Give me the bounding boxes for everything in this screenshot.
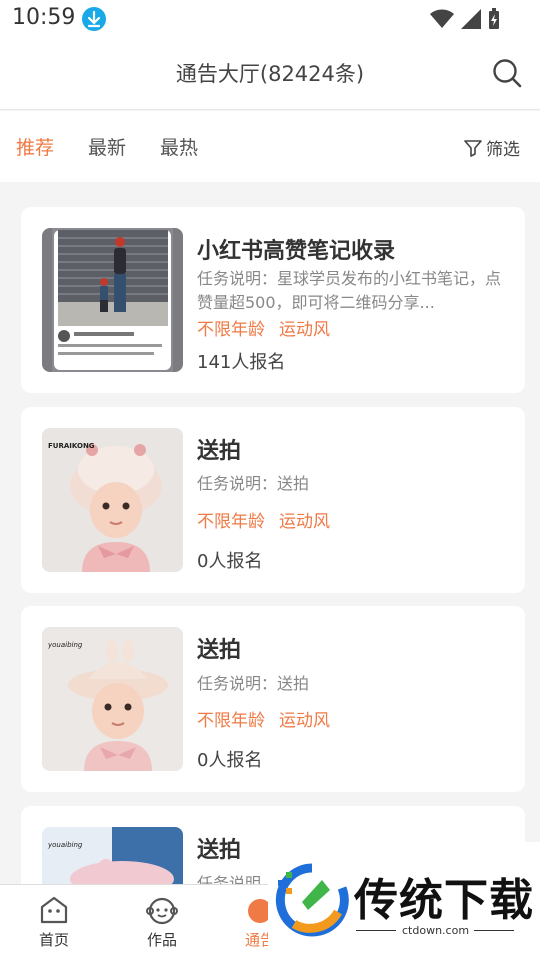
tag-age: 不限年龄: [197, 320, 265, 340]
tab-hottest[interactable]: 最热: [160, 133, 198, 160]
download-icon: [82, 7, 106, 31]
task-title: 送拍: [197, 638, 242, 663]
task-thumbnail: FURAIKONG: [42, 428, 183, 572]
status-time: 10:59: [12, 5, 76, 30]
task-title: 送拍: [197, 838, 242, 863]
nav-works-label: 作品: [146, 931, 177, 949]
thumbnail-brand-label: youaibing: [48, 641, 83, 649]
tag-style: 运动风: [279, 512, 330, 532]
task-title: 送拍: [197, 439, 242, 464]
task-description: 任务说明：送拍: [197, 674, 310, 693]
tab-latest[interactable]: 最新: [88, 133, 126, 160]
nav-works[interactable]: 作品: [122, 895, 202, 950]
watermark-logo: [275, 863, 349, 937]
watermark-divider: [356, 930, 396, 931]
tab-recommend[interactable]: 推荐: [16, 133, 54, 160]
task-card[interactable]: FURAIKONG 送拍 任务说明：送拍 不限年龄 运动风 0人报名: [21, 407, 525, 593]
tag-age: 不限年龄: [197, 711, 265, 731]
task-tags: 不限年龄 运动风: [197, 315, 330, 340]
task-tags: 不限年龄 运动风: [197, 706, 330, 731]
signup-count: 0人报名: [197, 551, 263, 572]
task-thumbnail: youaibing: [42, 627, 183, 771]
search-button[interactable]: [492, 58, 522, 88]
tag-style: 运动风: [279, 320, 330, 340]
signal-icon: [461, 9, 481, 29]
signup-count: 141人报名: [197, 352, 286, 373]
task-title: 小红书高赞笔记收录: [197, 239, 396, 264]
signup-count: 0人报名: [197, 750, 263, 771]
tab-bar: 推荐 最新 最热 筛选: [0, 111, 540, 182]
task-thumbnail: [42, 228, 183, 372]
filter-icon: [464, 139, 482, 157]
task-tags: 不限年龄 运动风: [197, 507, 330, 532]
works-icon: [146, 897, 178, 925]
task-description: 任务说明：星球学员发布的小红书笔记，点赞量超500，即可将二维码分享...: [197, 269, 502, 312]
task-card[interactable]: 小红书高赞笔记收录 任务说明：星球学员发布的小红书笔记，点赞量超500，即可将二…: [21, 207, 525, 393]
nav-home[interactable]: 首页: [14, 895, 94, 950]
status-bar: 10:59: [0, 0, 540, 38]
title-bar: 通告大厅(82424条): [0, 38, 540, 110]
filter-label: 筛选: [486, 140, 520, 160]
battery-icon: [488, 8, 500, 30]
watermark-subtext: ctdown.com: [402, 924, 470, 937]
wifi-icon: [430, 9, 454, 29]
search-icon: [493, 59, 522, 88]
watermark-divider: [474, 930, 514, 931]
watermark: 传统下载 ctdown.com: [268, 842, 540, 960]
nav-home-label: 首页: [38, 931, 69, 949]
thumbnail-brand-label: youaibing: [48, 841, 83, 849]
home-icon: [40, 896, 68, 924]
task-card[interactable]: youaibing 送拍 任务说明：送拍 不限年龄 运动风 0人报名: [21, 606, 525, 792]
tag-age: 不限年龄: [197, 512, 265, 532]
watermark-text: 传统下载: [354, 875, 534, 926]
filter-button[interactable]: 筛选: [464, 135, 520, 160]
tag-style: 运动风: [279, 711, 330, 731]
task-description: 任务说明：送拍: [197, 474, 310, 493]
page-title: 通告大厅(82424条): [175, 62, 365, 86]
thumbnail-brand-label: FURAIKONG: [48, 442, 95, 450]
